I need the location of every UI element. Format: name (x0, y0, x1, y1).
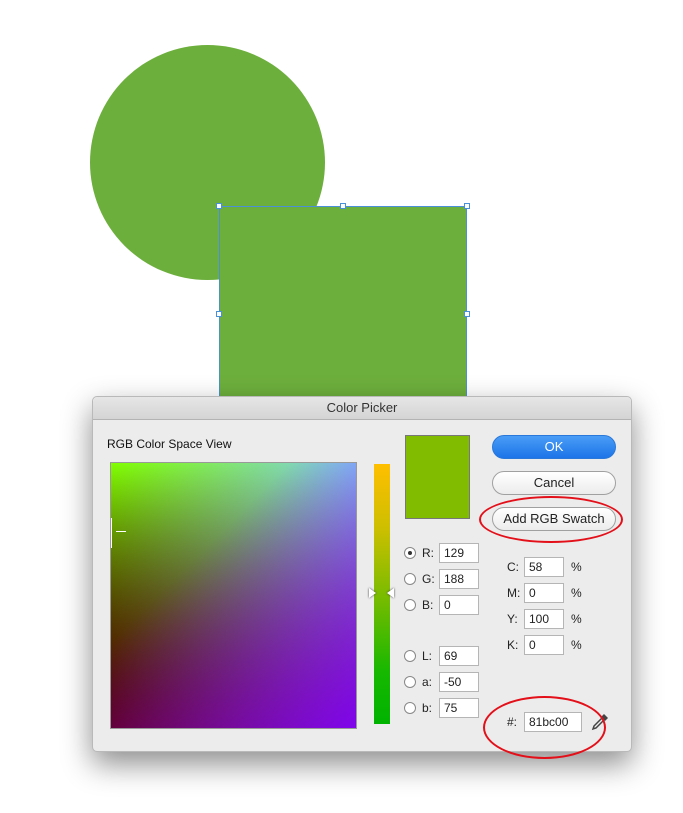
m-percent: % (571, 586, 582, 600)
c-input[interactable]: 58 (524, 557, 564, 577)
slider-handle-right[interactable] (387, 588, 394, 598)
y-label: Y: (507, 612, 518, 626)
lab-b-input[interactable]: 75 (439, 698, 479, 718)
radio-g[interactable] (404, 573, 416, 585)
radio-lab-b[interactable] (404, 702, 416, 714)
selection-bounding-box (219, 206, 467, 402)
y-percent: % (571, 612, 582, 626)
radio-a[interactable] (404, 676, 416, 688)
selection-handle-tm[interactable] (340, 203, 346, 209)
m-input[interactable]: 0 (524, 583, 564, 603)
l-label: L: (422, 649, 433, 663)
selection-handle-ml[interactable] (216, 311, 222, 317)
radio-b[interactable] (404, 599, 416, 611)
slider-handle-left[interactable] (369, 588, 376, 598)
b-label: B: (422, 598, 434, 612)
radio-r[interactable] (404, 547, 416, 559)
selection-handle-mr[interactable] (464, 311, 470, 317)
selection-handle-tr[interactable] (464, 203, 470, 209)
c-percent: % (571, 560, 582, 574)
annotation-oval-swatch (479, 496, 623, 543)
a-label: a: (422, 675, 433, 689)
selected-color-swatch (405, 435, 470, 519)
color-space-label: RGB Color Space View (107, 437, 232, 451)
m-label: M: (507, 586, 521, 600)
r-input[interactable]: 129 (439, 543, 479, 563)
color-field[interactable] (110, 462, 357, 729)
r-label: R: (422, 546, 434, 560)
k-input[interactable]: 0 (524, 635, 564, 655)
y-input[interactable]: 100 (524, 609, 564, 629)
k-label: K: (507, 638, 519, 652)
c-label: C: (507, 560, 519, 574)
g-input[interactable]: 188 (439, 569, 479, 589)
dialog-title: Color Picker (93, 397, 631, 420)
k-percent: % (571, 638, 582, 652)
g-label: G: (422, 572, 435, 586)
lab-b-label: b: (422, 701, 433, 715)
cancel-button[interactable]: Cancel (492, 471, 616, 495)
l-input[interactable]: 69 (439, 646, 479, 666)
color-field-crosshair (111, 518, 112, 548)
radio-l[interactable] (404, 650, 416, 662)
annotation-oval-hex (483, 696, 606, 759)
a-input[interactable]: -50 (439, 672, 479, 692)
color-picker-dialog: Color Picker RGB Color Space View OK Can… (92, 396, 632, 759)
selection-handle-tl[interactable] (216, 203, 222, 209)
ok-button[interactable]: OK (492, 435, 616, 459)
b-input[interactable]: 0 (439, 595, 479, 615)
